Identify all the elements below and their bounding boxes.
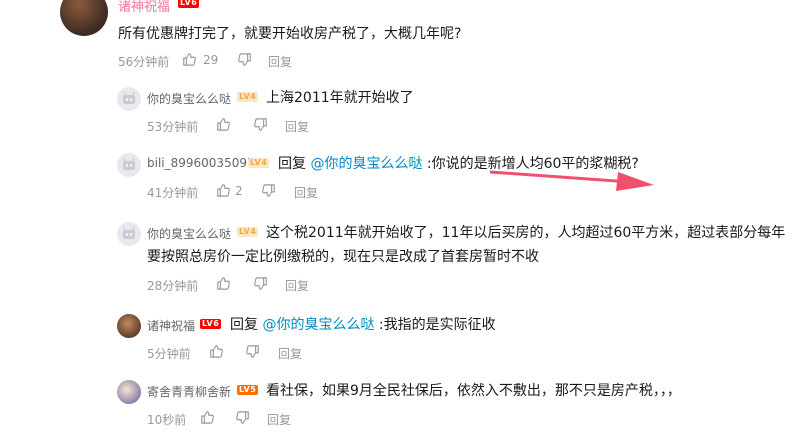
comment-time: 10秒前 xyxy=(147,413,187,427)
level-badge: LV4 xyxy=(237,92,259,102)
level-badge: LV6 xyxy=(200,319,222,329)
username[interactable]: bili_89960035097 xyxy=(147,156,255,170)
thumbs-up-icon xyxy=(217,118,230,131)
dislike-button[interactable] xyxy=(236,411,250,425)
like-button[interactable] xyxy=(216,183,230,197)
avatar[interactable] xyxy=(117,222,141,246)
default-avatar-icon xyxy=(123,226,135,239)
thumbs-down-icon xyxy=(236,411,249,424)
avatar[interactable] xyxy=(117,314,141,338)
avatar[interactable] xyxy=(117,380,141,404)
reply-button[interactable]: 回复 xyxy=(278,345,302,362)
reply-prefix: 回复 xyxy=(230,317,263,333)
comment-time: 53分钟前 xyxy=(147,120,199,134)
thumbs-down-icon xyxy=(254,118,267,131)
username[interactable]: 寄舍青青柳舍新 xyxy=(147,383,231,400)
reply-prefix: 回复 xyxy=(278,156,311,172)
comment-time: 56分钟前 xyxy=(118,55,170,69)
reply-button[interactable]: 回复 xyxy=(268,53,292,70)
level-badge: LV4 xyxy=(248,158,270,168)
red-arrow xyxy=(490,170,654,191)
comment-thread: 诸神祝福 LV6 所有优惠牌打完了，就要开始收房产税了，大概几年呢? 56分钟前… xyxy=(0,0,800,446)
mention-link[interactable]: @你的臭宝么么哒 xyxy=(262,317,374,333)
comment-text-continued: 要按照总房价一定比例缴税的，现在只是改成了首套房暂时不收 xyxy=(147,249,539,265)
thumbs-down-icon xyxy=(254,277,267,290)
comment-time: 28分钟前 xyxy=(147,279,199,293)
level-badge: LV5 xyxy=(237,385,259,395)
level-badge: LV4 xyxy=(237,227,259,237)
avatar[interactable] xyxy=(117,87,141,111)
thumbs-up-icon xyxy=(201,411,214,424)
dislike-button[interactable] xyxy=(238,53,252,67)
comment-time: 5分钟前 xyxy=(147,347,191,361)
username[interactable]: 你的臭宝么么哒 xyxy=(147,225,231,242)
avatar[interactable] xyxy=(60,0,108,36)
comment-text: 看社保，如果9月全民社保后，依然入不敷出，那不只是房产税，，， xyxy=(266,383,681,399)
comment-time: 41分钟前 xyxy=(147,186,199,200)
reply-button[interactable]: 回复 xyxy=(294,184,318,201)
dislike-button[interactable] xyxy=(254,277,268,291)
like-count: 29 xyxy=(203,53,219,67)
default-avatar-icon xyxy=(123,91,135,104)
thumbs-up-icon xyxy=(183,53,196,66)
like-button[interactable] xyxy=(216,117,230,131)
dislike-button[interactable] xyxy=(262,184,276,198)
username[interactable]: 诸神祝福 xyxy=(118,0,170,15)
thumbs-down-icon xyxy=(262,184,275,197)
like-button[interactable] xyxy=(182,52,196,66)
like-count: 2 xyxy=(235,184,243,198)
mention-link[interactable]: @你的臭宝么么哒 xyxy=(310,156,422,172)
reply-button[interactable]: 回复 xyxy=(285,277,309,294)
thumbs-down-icon xyxy=(238,53,251,66)
comment-text: 上海2011年就开始收了 xyxy=(266,90,414,106)
reply-button[interactable]: 回复 xyxy=(267,411,291,428)
dislike-button[interactable] xyxy=(254,118,268,132)
like-button[interactable] xyxy=(216,276,230,290)
level-badge: LV6 xyxy=(178,0,200,8)
thumbs-up-icon xyxy=(217,184,230,197)
comment-text: 这个税2011年就开始收了，11年以后买房的，人均超过60平方米，超过表部分每年 xyxy=(266,225,786,241)
thumbs-up-icon xyxy=(217,277,230,290)
thumbs-down-icon xyxy=(246,345,259,358)
username[interactable]: 诸神祝福 xyxy=(147,317,195,334)
default-avatar-icon xyxy=(123,157,135,170)
reply-body: :我指的是实际征收 xyxy=(374,317,496,333)
thumbs-up-icon xyxy=(210,345,223,358)
username[interactable]: 你的臭宝么么哒 xyxy=(147,90,231,107)
comment-text: 所有优惠牌打完了，就要开始收房产税了，大概几年呢? xyxy=(118,26,462,42)
dislike-button[interactable] xyxy=(246,345,260,359)
reply-button[interactable]: 回复 xyxy=(285,118,309,135)
like-button[interactable] xyxy=(200,410,214,424)
avatar[interactable] xyxy=(117,153,141,177)
like-button[interactable] xyxy=(209,344,223,358)
comment-text: 回复 @你的臭宝么么哒 :我指的是实际征收 xyxy=(230,313,496,337)
